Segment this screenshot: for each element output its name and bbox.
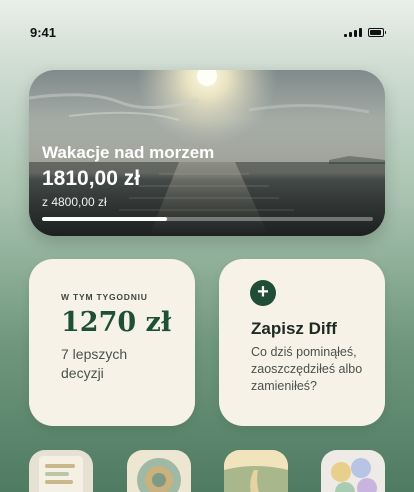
status-bar: 9:41	[0, 0, 414, 60]
notes-thumbnail[interactable]	[29, 450, 93, 492]
save-diff-description: Co dziś pominąłeś, zaoszczędziłeś albo z…	[251, 345, 363, 393]
save-diff-card[interactable]: + Zapisz Diff Co dziś pominąłeś, zaoszcz…	[219, 259, 385, 426]
weekly-summary-card[interactable]: W TYM TYGODNIU 1270 zł 7 lepszych decyzj…	[29, 259, 195, 426]
goal-target-amount: z 4800,00 zł	[42, 195, 107, 209]
goal-progress-fill	[42, 217, 167, 221]
weekly-summary-label: W TYM TYGODNIU	[61, 292, 148, 302]
goal-card[interactable]: Wakacje nad morzem 1810,00 zł z 4800,00 …	[29, 70, 385, 236]
save-diff-title: Zapisz Diff	[251, 319, 337, 338]
goal-progress-bar	[42, 217, 373, 221]
status-time: 9:41	[30, 25, 57, 40]
weekly-summary-amount: 1270 zł	[61, 307, 172, 338]
plus-icon[interactable]: +	[250, 280, 276, 306]
battery-icon	[368, 27, 386, 37]
petals-thumbnail[interactable]	[321, 450, 385, 492]
road-thumbnail[interactable]	[224, 450, 288, 492]
weekly-summary-description: 7 lepszych decyzji	[61, 346, 128, 381]
goal-saved-amount: 1810,00 zł	[42, 167, 141, 190]
flower-thumbnail[interactable]	[127, 450, 191, 492]
status-icons	[344, 27, 386, 37]
goal-title: Wakacje nad morzem	[42, 143, 215, 162]
signal-icon	[344, 27, 362, 37]
